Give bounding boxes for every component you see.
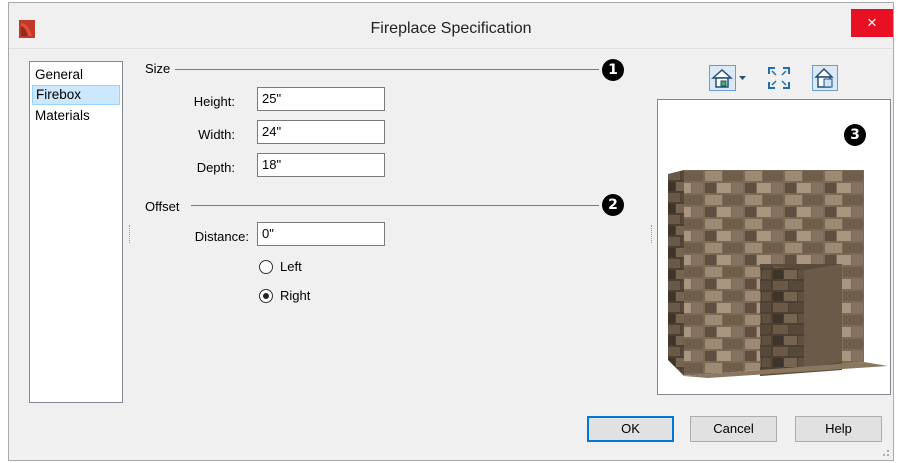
left-radio-label[interactable]: Left [280,259,302,274]
fit-view-icon[interactable] [766,65,792,91]
height-input[interactable]: 25" [257,87,385,111]
view-type-icon[interactable] [709,65,749,91]
right-radio[interactable] [259,289,273,303]
offset-group-divider [191,205,599,206]
resize-grip-icon[interactable] [880,447,890,457]
width-label: Width: [198,127,235,142]
distance-input[interactable]: 0" [257,222,385,246]
depth-input[interactable]: 18" [257,153,385,177]
fireplace-specification-dialog: Fireplace Specification × General Firebo… [8,2,894,461]
size-group-label: Size [145,61,171,76]
callout-marker-1: 1 [602,59,624,81]
left-radio[interactable] [259,260,273,274]
size-group-divider [175,69,599,70]
close-button[interactable]: × [851,9,893,37]
left-splitter-grip[interactable] [129,225,131,243]
sidebar-item-materials[interactable]: Materials [32,106,120,126]
offset-group-label: Offset [145,199,180,214]
render-toggle-icon[interactable] [812,65,838,91]
title-bar[interactable]: Fireplace Specification × [9,3,893,49]
callout-marker-2: 2 [602,194,624,216]
window-title: Fireplace Specification [370,20,532,37]
sidebar-item-firebox[interactable]: Firebox [32,85,120,105]
height-label: Height: [193,94,235,109]
width-input[interactable]: 24" [257,120,385,144]
cancel-button[interactable]: Cancel [690,416,777,442]
preview-pane[interactable]: 3 [657,99,891,395]
help-button[interactable]: Help [795,416,882,442]
distance-label: Distance: [194,229,249,244]
sidebar-item-general[interactable]: General [32,65,120,85]
fireplace-3d-model [668,170,888,378]
right-splitter-grip[interactable] [651,225,653,243]
right-radio-label[interactable]: Right [280,288,310,303]
ok-button[interactable]: OK [587,416,674,442]
depth-label: Depth: [196,160,235,175]
panel-list: General Firebox Materials [29,61,123,403]
callout-marker-3: 3 [844,124,866,146]
